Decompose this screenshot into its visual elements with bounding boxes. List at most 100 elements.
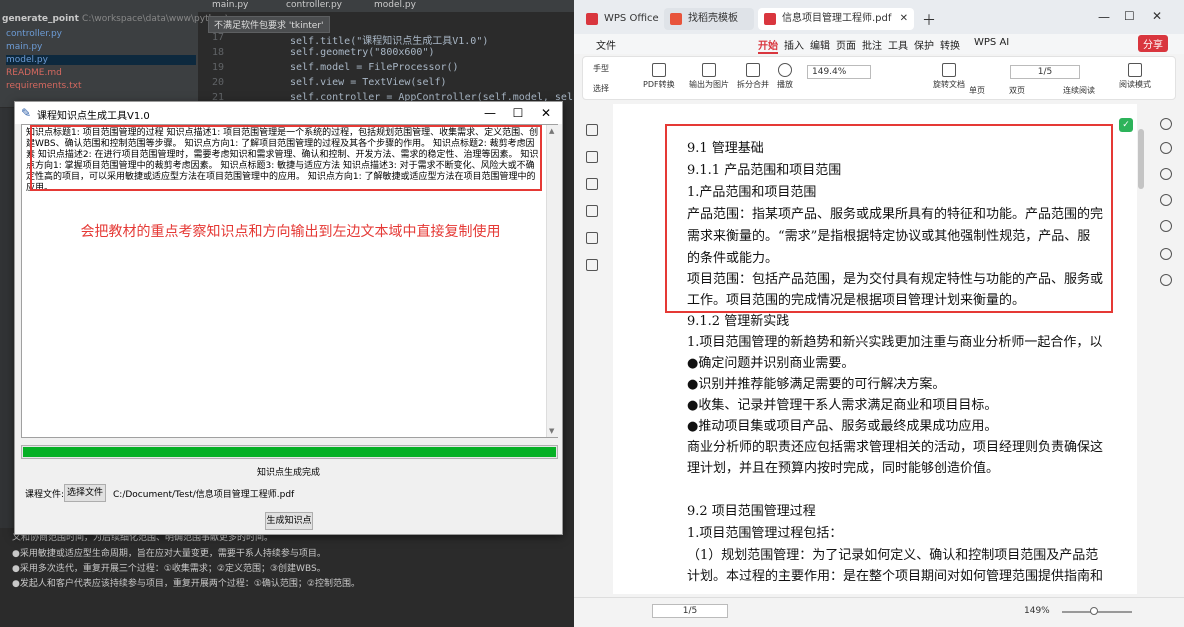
- menu-edit[interactable]: 编辑: [810, 37, 830, 52]
- help-icon[interactable]: [1160, 248, 1172, 260]
- annotation-note: 会把教材的重点考察知识点和方向输出到左边文本域中直接复制使用: [80, 224, 501, 240]
- menu-annotate[interactable]: 批注: [862, 37, 882, 52]
- zoom-slider[interactable]: [1062, 607, 1132, 615]
- document-scrollbar[interactable]: [1137, 104, 1145, 594]
- doc-line: （1）规划范围管理：为了记录如何定义、确认和控制项目范围及产品范: [687, 548, 1099, 563]
- scroll-thumb[interactable]: [1138, 129, 1144, 189]
- minimize-button[interactable]: —: [477, 104, 503, 122]
- doc-line: ●收集、记录并管理干系人需求满足商业和项目目标。: [687, 398, 998, 413]
- tab-wps-office[interactable]: WPS Office: [580, 8, 660, 30]
- continuous-read-button[interactable]: 连续阅读: [1063, 83, 1095, 96]
- form-icon[interactable]: [1160, 220, 1172, 232]
- bookmark-icon[interactable]: [586, 124, 598, 136]
- tab-main-py[interactable]: main.py: [212, 0, 248, 10]
- minimize-icon[interactable]: —: [1098, 10, 1110, 24]
- menu-protect[interactable]: 保护: [914, 37, 934, 52]
- rotate-document-button[interactable]: 旋转文档: [933, 63, 965, 90]
- search-icon[interactable]: [1160, 142, 1172, 154]
- split-merge-button[interactable]: 拆分合并: [737, 63, 769, 90]
- project-tree: generate_point C:\workspace\data\www\pyt…: [0, 12, 234, 107]
- text-scrollbar[interactable]: ▲ ▼: [546, 125, 558, 437]
- page-input[interactable]: 1/5: [1010, 65, 1080, 79]
- tab-template[interactable]: 找稻壳模板: [664, 8, 754, 30]
- highlight-box: [30, 125, 542, 191]
- scroll-down-icon[interactable]: ▼: [549, 427, 554, 435]
- menu-file[interactable]: 文件: [596, 37, 616, 52]
- comment-icon[interactable]: [586, 178, 598, 190]
- wps-menu-bar: 文件 开始 插入 编辑 页面 批注 工具 保护 转换 WPS AI 分享: [574, 34, 1184, 54]
- maximize-icon[interactable]: ☐: [1124, 9, 1135, 23]
- status-zoom-label: 149%: [1024, 606, 1050, 616]
- translate-badge-icon[interactable]: ✓: [1119, 118, 1133, 132]
- more-icon[interactable]: [1160, 274, 1172, 286]
- knowledge-tool-window: ✎ 课程知识点生成工具V1.0 — ☐ ✕ 知识点标题1: 项目范围管理的过程 …: [14, 101, 563, 535]
- close-tab-icon[interactable]: ✕: [900, 8, 908, 30]
- reading-mode-button[interactable]: 阅读模式: [1119, 63, 1151, 90]
- file-readme[interactable]: README.md: [6, 68, 62, 78]
- menu-wps-ai[interactable]: WPS AI: [974, 37, 1009, 48]
- course-file-label: 课程文件:: [25, 490, 65, 500]
- menu-home[interactable]: 开始: [758, 37, 778, 54]
- doc-line: 计划。本过程的主要作用：是在整个项目期间对如何管理范围提供指南和: [687, 569, 1104, 584]
- export-image-button[interactable]: 输出为图片: [689, 63, 729, 90]
- tab-pdf-document[interactable]: 信息项目管理工程师.pdf ✕: [758, 8, 914, 30]
- menu-convert[interactable]: 转换: [940, 37, 960, 52]
- attachment-icon[interactable]: [586, 205, 598, 217]
- zoom-slider-knob[interactable]: [1089, 607, 1098, 615]
- single-page-button[interactable]: 单页: [969, 83, 985, 96]
- choose-file-button[interactable]: 选择文件: [64, 484, 106, 502]
- close-window-icon[interactable]: ✕: [1152, 9, 1162, 23]
- translate-icon[interactable]: [1160, 168, 1172, 180]
- ide-side-panel: [0, 108, 14, 528]
- zoom-input[interactable]: 149.4%: [807, 65, 871, 79]
- tab-model-py[interactable]: model.py: [374, 0, 416, 10]
- file-requirements[interactable]: requirements.txt: [6, 81, 81, 91]
- settings-icon[interactable]: [1160, 194, 1172, 206]
- status-label: 知识点生成完成: [256, 468, 320, 478]
- line-number: 20: [211, 77, 224, 88]
- doc-line: ●推动项目集或项目产品、服务或最终成果成功应用。: [687, 419, 998, 434]
- maximize-button[interactable]: ☐: [505, 104, 531, 122]
- console-line: ●采用多次迭代，重复开展三个过程：①收集需求；②定义范围；③创建WBS。: [12, 564, 326, 574]
- code-line: self.geometry("800x600"): [290, 47, 435, 58]
- file-model-py[interactable]: model.py: [6, 55, 196, 65]
- pdf-convert-button[interactable]: PDF转换: [643, 63, 675, 90]
- wps-window: WPS Office 找稻壳模板 信息项目管理工程师.pdf ✕ ＋ — ☐ ✕ …: [574, 0, 1184, 627]
- layers-icon[interactable]: [586, 259, 598, 271]
- code-line: self.model = FileProcessor(): [290, 62, 459, 73]
- scroll-up-icon[interactable]: ▲: [549, 127, 554, 135]
- wps-ribbon: 手型 选择 PDF转换 输出为图片 拆分合并 播放 149.4% 旋转文档 单页…: [582, 56, 1176, 100]
- menu-insert[interactable]: 插入: [784, 37, 804, 52]
- status-page-input[interactable]: 1/5: [652, 604, 728, 618]
- play-button[interactable]: 播放: [777, 63, 793, 90]
- window-title: 课程知识点生成工具V1.0: [37, 111, 150, 122]
- code-editor[interactable]: self.title("课程知识点生成工具V1.0") self.geometr…: [232, 30, 603, 108]
- menu-tools[interactable]: 工具: [888, 37, 908, 52]
- tab-controller-py[interactable]: controller.py: [286, 0, 342, 10]
- wps-logo-icon: [586, 13, 598, 25]
- double-page-button[interactable]: 双页: [1009, 83, 1025, 96]
- signature-icon[interactable]: [586, 232, 598, 244]
- close-button[interactable]: ✕: [533, 104, 559, 122]
- project-root[interactable]: generate_point C:\workspace\data\www\pyt…: [2, 14, 234, 24]
- generate-button[interactable]: 生成知识点: [265, 512, 313, 530]
- share-button[interactable]: 分享: [1138, 35, 1168, 52]
- doc-line: ●识别并推荐能够满足需要的可行解决方案。: [687, 377, 946, 392]
- line-number: 18: [211, 47, 224, 58]
- output-text-area[interactable]: 知识点标题1: 项目范围管理的过程 知识点描述1: 项目范围管理是一个系统的过程…: [21, 124, 558, 438]
- console-line: ●发起人和客户代表应该持续参与项目，重复开展两个过程：①确认范围；②控制范围。: [12, 579, 360, 589]
- thumbnail-icon[interactable]: [586, 151, 598, 163]
- doc-line: 1.项目范围管理的新趋势和新兴实践更加注重与商业分析师一起合作，以: [687, 335, 1103, 350]
- ide-editor-tabs: main.py controller.py model.py: [0, 0, 574, 12]
- select-tool-button[interactable]: 选择: [593, 81, 609, 94]
- properties-icon[interactable]: [1160, 118, 1172, 130]
- window-titlebar[interactable]: ✎ 课程知识点生成工具V1.0 — ☐ ✕: [15, 102, 562, 124]
- pdf-icon: [764, 13, 776, 25]
- hand-tool-button[interactable]: 手型: [593, 61, 609, 74]
- file-main-py[interactable]: main.py: [6, 42, 42, 52]
- new-tab-icon[interactable]: ＋: [922, 10, 936, 30]
- file-controller-py[interactable]: controller.py: [6, 29, 62, 39]
- feather-icon: ✎: [21, 106, 32, 120]
- ide-console-output: 义和协商范围时间，为后续细化范围、明确范围事献更多的时间。 ●采用敏捷或适应型生…: [0, 533, 574, 627]
- menu-page[interactable]: 页面: [836, 37, 856, 52]
